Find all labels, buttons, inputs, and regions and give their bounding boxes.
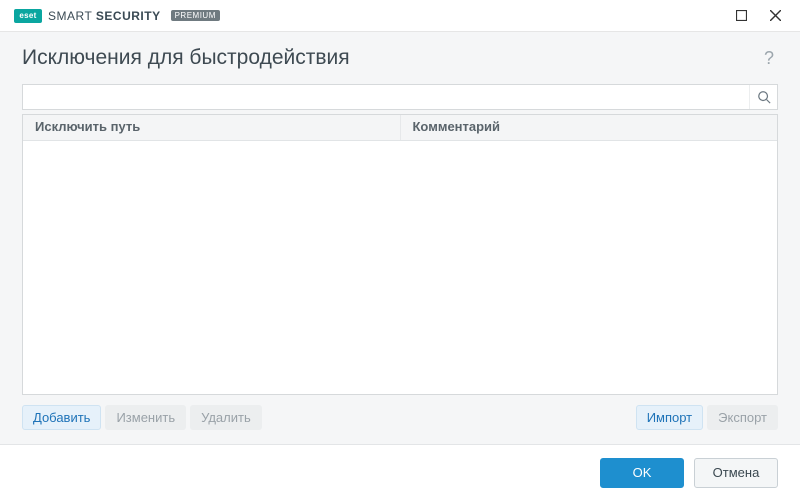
ok-button[interactable]: OK [600, 458, 684, 488]
table-toolbar: Добавить Изменить Удалить Импорт Экспорт [22, 395, 778, 444]
search-input[interactable] [23, 85, 749, 109]
page-title: Исключения для быстродействия [22, 46, 760, 70]
brand: eset SMART SECURITY PREMIUM [14, 9, 220, 23]
close-button[interactable] [758, 2, 792, 30]
search-row [22, 84, 778, 110]
cancel-button[interactable]: Отмена [694, 458, 778, 488]
brand-thin: SMART [48, 9, 96, 23]
eset-logo: eset [14, 9, 42, 23]
maximize-button[interactable] [724, 2, 758, 30]
app-window: eset SMART SECURITY PREMIUM Исключения д… [0, 0, 800, 500]
search-icon [757, 90, 771, 104]
content-area: Исключить путь Комментарий Добавить Изме… [0, 76, 800, 444]
add-button[interactable]: Добавить [22, 405, 101, 430]
footer: OK Отмена [0, 444, 800, 500]
table-header: Исключить путь Комментарий [23, 115, 777, 141]
brand-bold: SECURITY [96, 9, 161, 23]
search-button[interactable] [749, 85, 777, 109]
column-comment[interactable]: Комментарий [401, 115, 778, 140]
edit-button: Изменить [105, 405, 186, 430]
import-button[interactable]: Импорт [636, 405, 703, 430]
delete-button: Удалить [190, 405, 262, 430]
column-path[interactable]: Исключить путь [23, 115, 401, 140]
help-button[interactable]: ? [760, 48, 778, 69]
eset-logo-text: eset [19, 11, 36, 20]
titlebar: eset SMART SECURITY PREMIUM [0, 0, 800, 32]
exclusions-table: Исключить путь Комментарий [22, 114, 778, 395]
page-header: Исключения для быстродействия ? [0, 32, 800, 76]
close-icon [770, 10, 781, 21]
export-button: Экспорт [707, 405, 778, 430]
brand-text: SMART SECURITY [48, 9, 161, 23]
premium-badge: PREMIUM [171, 10, 220, 21]
table-body[interactable] [23, 141, 777, 394]
maximize-icon [736, 10, 747, 21]
